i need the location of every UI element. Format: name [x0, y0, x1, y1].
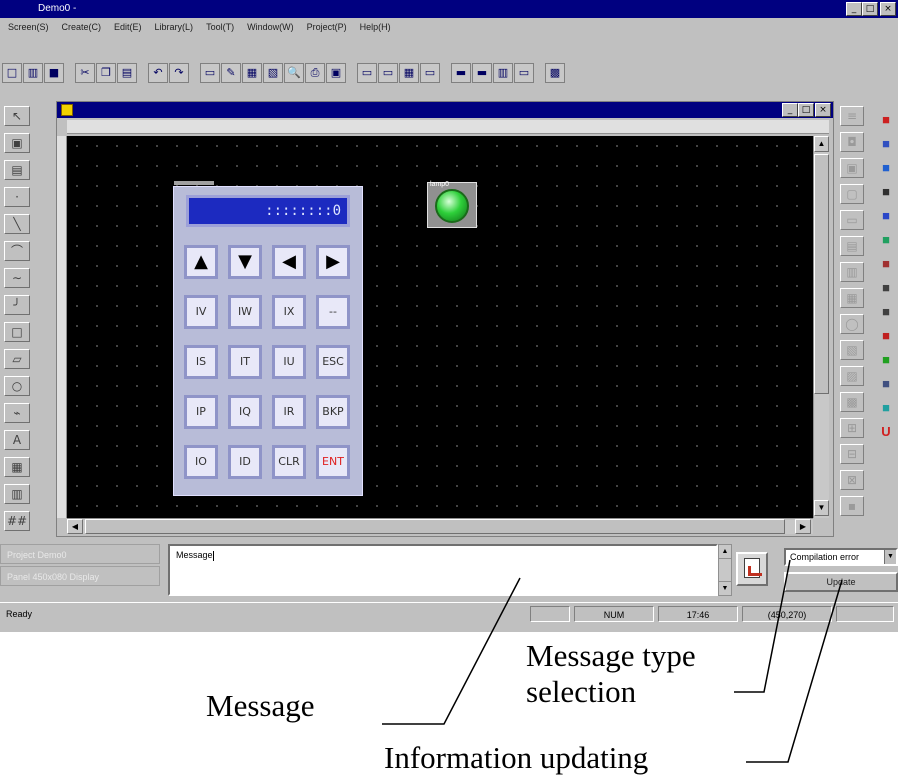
annotation-info-update: Information updating — [384, 740, 649, 775]
annotation-message: Message — [206, 688, 315, 723]
update-callout-line — [746, 579, 843, 763]
callout-lines — [382, 559, 843, 763]
annotation-message-type-line1: Message type — [526, 638, 696, 673]
message-callout-line — [382, 577, 521, 725]
message-type-callout-line — [734, 559, 791, 693]
annotation-message-type-line2: selection — [526, 674, 637, 709]
